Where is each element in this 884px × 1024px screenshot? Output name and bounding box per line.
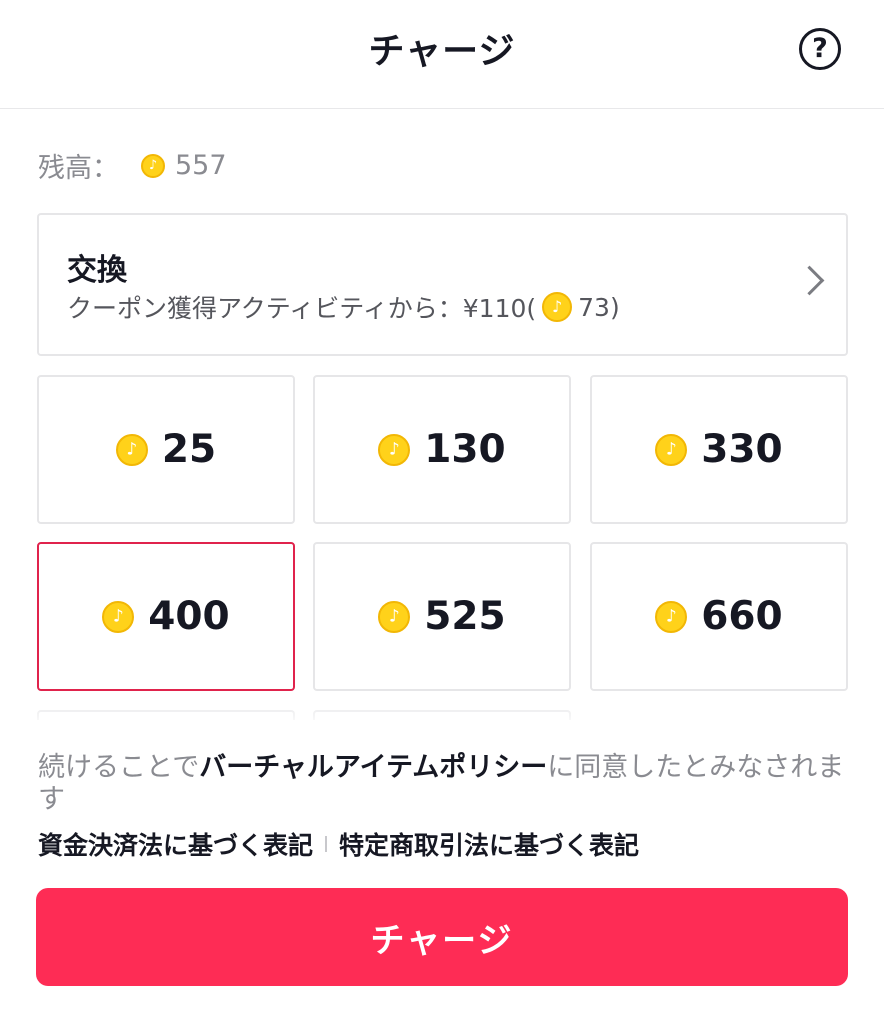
- policy-prefix: 続けることで: [38, 752, 200, 783]
- coin-icon: [655, 433, 688, 466]
- coin-package-525[interactable]: 525: [313, 542, 571, 691]
- policy-notice: 続けることでバーチャルアイテムポリシーに同意したとみなされます: [38, 752, 850, 816]
- coin-package-660[interactable]: 660: [590, 542, 848, 691]
- coin-package-330[interactable]: 330: [590, 375, 848, 524]
- exchange-subtitle-suffix: ): [609, 292, 620, 322]
- balance-label: 残高：: [38, 153, 119, 184]
- charge-button[interactable]: チャージ: [36, 888, 848, 986]
- exchange-subtitle: クーポン獲得アクティビティから：¥110( 73 ): [67, 289, 620, 325]
- coin-icon: [115, 433, 148, 466]
- package-amount: 25: [161, 427, 217, 472]
- coin-package-25[interactable]: 25: [37, 375, 295, 524]
- exchange-subtitle-prefix: クーポン獲得アクティビティから：¥110(: [67, 294, 537, 323]
- virtual-item-policy-link[interactable]: バーチャルアイテムポリシー: [199, 752, 547, 783]
- header: チャージ ?: [0, 0, 884, 109]
- balance-value: 557: [175, 150, 227, 181]
- coin-icon: [542, 292, 573, 322]
- exchange-subtitle-coins: 73: [578, 292, 610, 322]
- balance-row: 残高： 557: [38, 146, 227, 185]
- coin-icon: [141, 153, 165, 178]
- package-amount: 400: [148, 594, 230, 639]
- coin-icon: [378, 433, 411, 466]
- coin-icon: [655, 600, 688, 633]
- help-icon[interactable]: ?: [799, 28, 841, 70]
- scroll-fade: [0, 700, 884, 730]
- legal-links: 資金決済法に基づく表記 特定商取引法に基づく表記: [38, 826, 639, 862]
- coin-icon: [378, 600, 411, 633]
- coin-package-400[interactable]: 400: [37, 542, 295, 691]
- commercial-transactions-act-link[interactable]: 特定商取引法に基づく表記: [339, 826, 639, 862]
- package-amount: 525: [424, 594, 506, 639]
- coin-icon: [102, 600, 135, 633]
- exchange-card[interactable]: 交換 クーポン獲得アクティビティから：¥110( 73 ): [37, 213, 848, 356]
- payment-services-act-link[interactable]: 資金決済法に基づく表記: [38, 826, 313, 862]
- exchange-title: 交換: [67, 253, 127, 288]
- package-amount: 330: [701, 427, 783, 472]
- coin-package-130[interactable]: 130: [313, 375, 571, 524]
- page-title: チャージ: [368, 31, 516, 72]
- divider: [325, 836, 328, 852]
- package-amount: 130: [424, 427, 506, 472]
- chevron-right-icon: [794, 265, 825, 296]
- package-amount: 660: [701, 594, 783, 639]
